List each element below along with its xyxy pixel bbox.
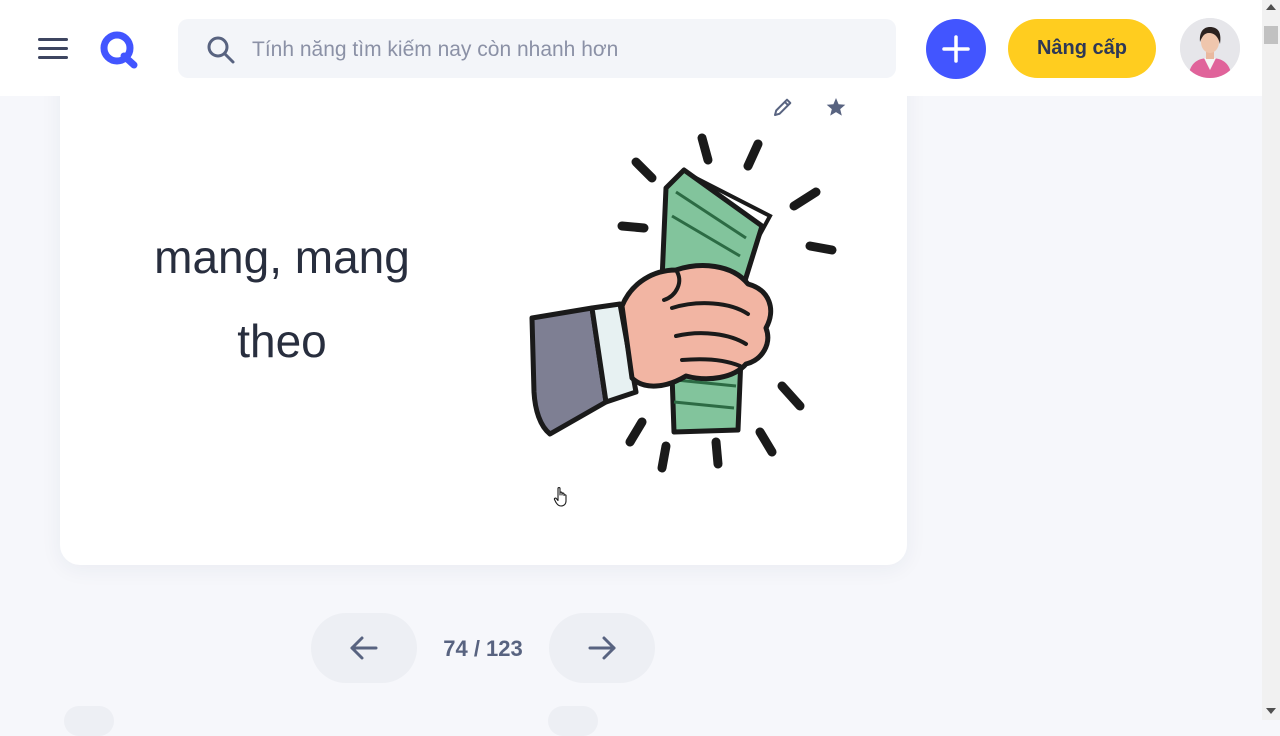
scroll-down-arrow-icon[interactable] <box>1266 708 1276 714</box>
term-line-1: mang, mang <box>154 231 410 283</box>
term-line-2: theo <box>237 315 327 367</box>
search-bar[interactable] <box>178 19 896 80</box>
arrow-left-icon <box>350 636 378 660</box>
card-counter: 74 / 123 <box>443 636 523 661</box>
page-scrollbar[interactable] <box>1262 0 1280 720</box>
next-card-button[interactable] <box>549 613 655 683</box>
previous-card-button[interactable] <box>311 613 417 683</box>
scroll-up-arrow-icon[interactable] <box>1266 4 1276 10</box>
upgrade-button[interactable]: Nâng cấp <box>1008 19 1156 78</box>
scroll-thumb[interactable] <box>1264 26 1278 44</box>
create-button[interactable] <box>926 19 986 79</box>
menu-icon[interactable] <box>38 36 70 62</box>
hand-holding-money-illustration <box>529 133 837 473</box>
flashcard[interactable]: mang, mang theo <box>60 40 907 565</box>
search-icon <box>207 36 235 64</box>
pencil-icon[interactable] <box>772 96 794 118</box>
toolbar-button-peek[interactable] <box>64 706 114 736</box>
profile-avatar[interactable] <box>1180 18 1240 78</box>
mouse-pointer-hand-icon <box>553 487 567 507</box>
plus-icon <box>942 35 970 63</box>
quizlet-logo-icon[interactable] <box>98 28 140 70</box>
toolbar-button-peek[interactable] <box>548 706 598 736</box>
flashcard-term: mang, mang theo <box>100 215 464 383</box>
star-icon[interactable] <box>825 96 847 118</box>
arrow-right-icon <box>588 636 616 660</box>
search-input[interactable] <box>250 19 874 80</box>
top-navigation-bar: Nâng cấp <box>0 0 1262 96</box>
